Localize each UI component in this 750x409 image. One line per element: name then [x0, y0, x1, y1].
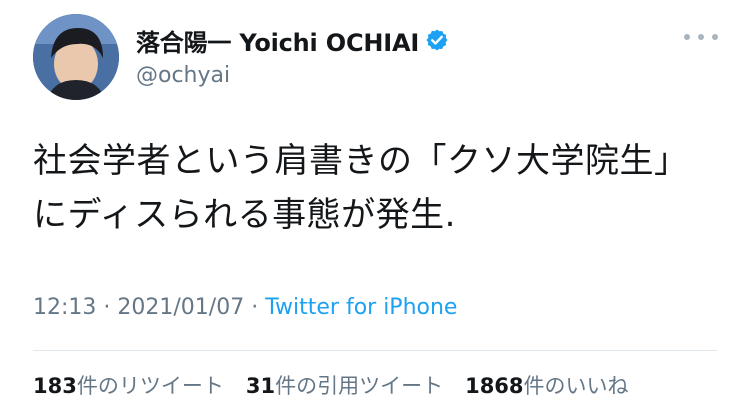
meta-separator: ·	[103, 295, 111, 320]
verified-badge-icon	[425, 28, 449, 52]
tweet-text: 社会学者という肩書きの「クソ大学院生」にディスられる事態が発生.	[33, 141, 689, 235]
avatar[interactable]	[33, 14, 119, 100]
avatar-icon	[33, 14, 119, 100]
more-options-icon[interactable]	[684, 30, 718, 44]
likes-count: 1868	[465, 374, 524, 398]
divider	[33, 350, 717, 351]
retweets-label: 件のリツイート	[76, 374, 224, 398]
quotes-stat[interactable]: 31件の引用ツイート	[246, 370, 443, 400]
more-dot	[684, 34, 690, 40]
author-display-name[interactable]: 落合陽一 Yoichi OCHIAI	[136, 23, 419, 58]
tweet-date[interactable]: 2021/01/07	[117, 295, 244, 320]
author-name-row[interactable]: 落合陽一 Yoichi OCHIAI	[136, 23, 449, 57]
retweets-stat[interactable]: 183件のリツイート	[33, 370, 224, 400]
quotes-label: 件の引用ツイート	[275, 374, 444, 398]
more-dot	[712, 34, 718, 40]
more-dot	[698, 34, 704, 40]
tweet-stats: 183件のリツイート 31件の引用ツイート 1868件のいいね	[33, 370, 651, 400]
tweet-time[interactable]: 12:13	[33, 295, 96, 320]
quotes-count: 31	[245, 374, 276, 398]
likes-stat[interactable]: 1868件のいいね	[465, 370, 628, 400]
tweet-source-link[interactable]: Twitter for iPhone	[265, 295, 457, 320]
tweet-meta: 12:13 · 2021/01/07 · Twitter for iPhone	[33, 295, 457, 320]
meta-separator: ·	[251, 295, 259, 320]
retweets-count: 183	[33, 374, 77, 398]
author-handle[interactable]: @ochyai	[136, 63, 230, 88]
likes-label: 件のいいね	[523, 374, 629, 398]
